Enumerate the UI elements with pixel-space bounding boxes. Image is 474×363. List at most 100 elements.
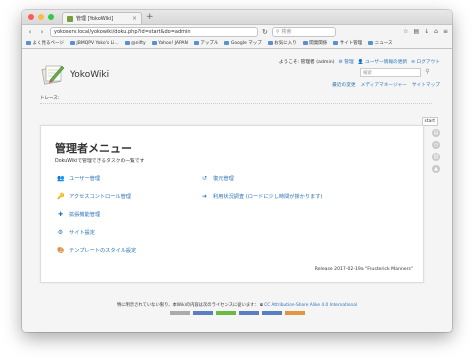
home-icon[interactable]: ⌂	[434, 28, 438, 35]
revisions-icon[interactable]: ◷	[432, 141, 440, 149]
gear-icon: ⚙	[57, 229, 64, 236]
tab-close-icon[interactable]: ×	[132, 15, 137, 22]
dokuwiki-badge[interactable]	[284, 311, 305, 315]
bookmark-label: サイト管理	[339, 41, 363, 46]
bookmark-item[interactable]: Yahoo! JAPAN	[151, 40, 188, 46]
zoom-window-button[interactable]	[48, 14, 54, 20]
bookmark-item[interactable]: よく見るページ	[26, 40, 64, 46]
bookmark-icon	[124, 41, 130, 45]
forward-icon[interactable]: ›	[38, 28, 46, 36]
html5-badge[interactable]	[238, 311, 259, 315]
bookmark-label: Google マップ	[230, 41, 262, 46]
browser-tab[interactable]: 管理 [YokoWiki] ×	[62, 12, 142, 24]
wiki-search-input[interactable]: 検索	[360, 68, 421, 77]
url-text: yokoserv.local/yokowiki/doku.php?id=star…	[54, 28, 191, 35]
footer: 特に明示されていない限り、本Wikiの内容は次のライセンスに従います： 🅭 CC…	[22, 302, 452, 308]
search-icon: ⚲	[275, 28, 280, 35]
release-info: Release 2017-02-19a "Frusterick Manners"	[314, 267, 413, 272]
profile-link-label: ユーザー情報の更新	[365, 60, 408, 65]
site-config-link[interactable]: ⚙ サイト設定	[57, 229, 95, 236]
library-icon[interactable]: ▤	[413, 28, 419, 35]
menu-item-label: アクセスコントロール管理	[69, 194, 131, 200]
logout-icon: ⊖	[411, 60, 416, 65]
admin-gear-icon: ⚙	[338, 60, 343, 65]
wiki-search-placeholder: 検索	[363, 71, 372, 76]
folder-icon	[302, 41, 308, 45]
minimize-window-button[interactable]	[38, 14, 44, 20]
tab-title: 管理 [YokoWiki]	[76, 16, 114, 22]
bookmark-icon	[69, 41, 75, 45]
css-badge[interactable]	[261, 311, 282, 315]
apple-icon	[193, 41, 199, 45]
bookmark-label: Yahoo! JAPAN	[158, 40, 188, 46]
bookmark-item[interactable]: アップル	[193, 40, 219, 46]
folder-icon	[368, 41, 374, 45]
bookmarks-bar: よく見るページ JBMQPV Yoko's Li... @nifty Yahoo…	[22, 38, 452, 49]
menu-item-label: 拡張機能管理	[69, 212, 101, 218]
backlinks-icon[interactable]: ⛓	[432, 153, 440, 161]
users-icon: 👥	[57, 175, 65, 182]
key-icon: 🔑	[57, 193, 65, 200]
bookmark-item[interactable]: サイト管理	[333, 40, 362, 46]
php-badge[interactable]	[215, 311, 236, 315]
menu-item-label: 利用状況調査 (ロードに少し時間が掛かります)	[213, 194, 323, 200]
folder-icon	[267, 41, 273, 45]
back-to-top-icon[interactable]: ▲	[432, 165, 440, 173]
dokuwiki-logo-icon[interactable]	[41, 63, 65, 85]
extension-manager-link[interactable]: ✚ 拡張機能管理	[57, 211, 100, 218]
sitemap-link[interactable]: サイトマップ	[412, 82, 440, 88]
page-tools: ▤ ◷ ⛓ ▲	[432, 129, 440, 173]
user-manager-link[interactable]: 👥 ユーザー管理	[57, 175, 100, 182]
bookmark-star-icon[interactable]: ☆	[403, 28, 408, 35]
acl-manager-link[interactable]: 🔑 アクセスコントロール管理	[57, 193, 131, 200]
profile-link[interactable]: 👤 ユーザー情報の更新	[358, 59, 407, 65]
admin-link[interactable]: ⚙ 管理	[339, 59, 354, 65]
popularity-link[interactable]: ➜ 利用状況調査 (ロードに少し時間が掛かります)	[201, 193, 322, 200]
close-window-button[interactable]	[28, 14, 34, 20]
new-tab-icon[interactable]: +	[146, 12, 154, 22]
bookmark-label: アップル	[200, 41, 219, 46]
bookmark-icon	[151, 41, 157, 45]
bookmark-item[interactable]: お気に入り	[267, 40, 297, 46]
bookmark-item[interactable]: @nifty	[124, 40, 146, 46]
menu-icon[interactable]: ≡	[443, 28, 448, 35]
map-icon	[224, 41, 230, 45]
bookmark-item[interactable]: 開発関係	[302, 40, 328, 46]
logout-link-label: ログアウト	[416, 60, 440, 65]
navigation-bar: ‹ › yokoserv.local/yokowiki/doku.php?id=…	[22, 24, 452, 38]
bookmark-item[interactable]: JBMQPV Yoko's Li...	[69, 41, 119, 46]
show-page-icon[interactable]: ▤	[432, 129, 440, 137]
wiki-title[interactable]: YokoWiki	[70, 70, 109, 80]
recent-changes-link[interactable]: 最近の変更	[332, 82, 355, 88]
cc-icon: 🅭	[260, 303, 263, 308]
web-search-input[interactable]: ⚲ 検索	[271, 26, 336, 37]
wiki-search-button[interactable]: ⚲	[423, 68, 432, 77]
bookmark-label: @nifty	[131, 40, 146, 46]
donate-badge[interactable]	[192, 311, 213, 315]
bookmark-item[interactable]: ニュース	[368, 40, 392, 46]
download-icon[interactable]: ↓	[424, 28, 429, 35]
back-icon[interactable]: ‹	[26, 28, 34, 36]
logout-link[interactable]: ⊖ ログアウト	[411, 59, 440, 65]
page-description: DokuWikiで管理できるタスクの一覧です	[55, 159, 145, 164]
revert-manager-link[interactable]: ↺ 復元管理	[201, 175, 234, 182]
bookmark-label: ニュース	[374, 41, 393, 46]
license-text: 特に明示されていない限り、本Wikiの内容は次のライセンスに従います：	[116, 303, 259, 308]
reload-icon[interactable]: ↻	[262, 28, 268, 36]
menu-item-label: 復元管理	[213, 176, 234, 182]
wiki-favicon-icon	[67, 15, 73, 22]
puzzle-icon: ✚	[57, 211, 64, 218]
url-bar[interactable]: yokoserv.local/yokowiki/doku.php?id=star…	[50, 26, 258, 37]
wiki-page: YokoWiki ようこそ: 管理者 (admin) ⚙ 管理 👤 ユーザー情報…	[22, 49, 452, 332]
user-menu: ようこそ: 管理者 (admin) ⚙ 管理 👤 ユーザー情報の更新 ⊖ ログア…	[279, 59, 440, 65]
page-title: 管理者メニュー	[55, 142, 132, 155]
bookmark-label: 開発関係	[309, 41, 328, 46]
profile-user-icon: 👤	[357, 60, 364, 65]
bookmark-label: お気に入り	[274, 41, 297, 46]
arrow-right-icon: ➜	[201, 193, 208, 200]
style-settings-link[interactable]: 🎨 テンプレートのスタイル設定	[57, 247, 136, 254]
license-link[interactable]: CC Attribution-Share Alike 4.0 Internati…	[264, 303, 357, 308]
bookmark-item[interactable]: Google マップ	[224, 40, 262, 46]
media-manager-link[interactable]: メディアマネージャー	[361, 82, 407, 88]
cc-badge[interactable]	[169, 311, 190, 315]
